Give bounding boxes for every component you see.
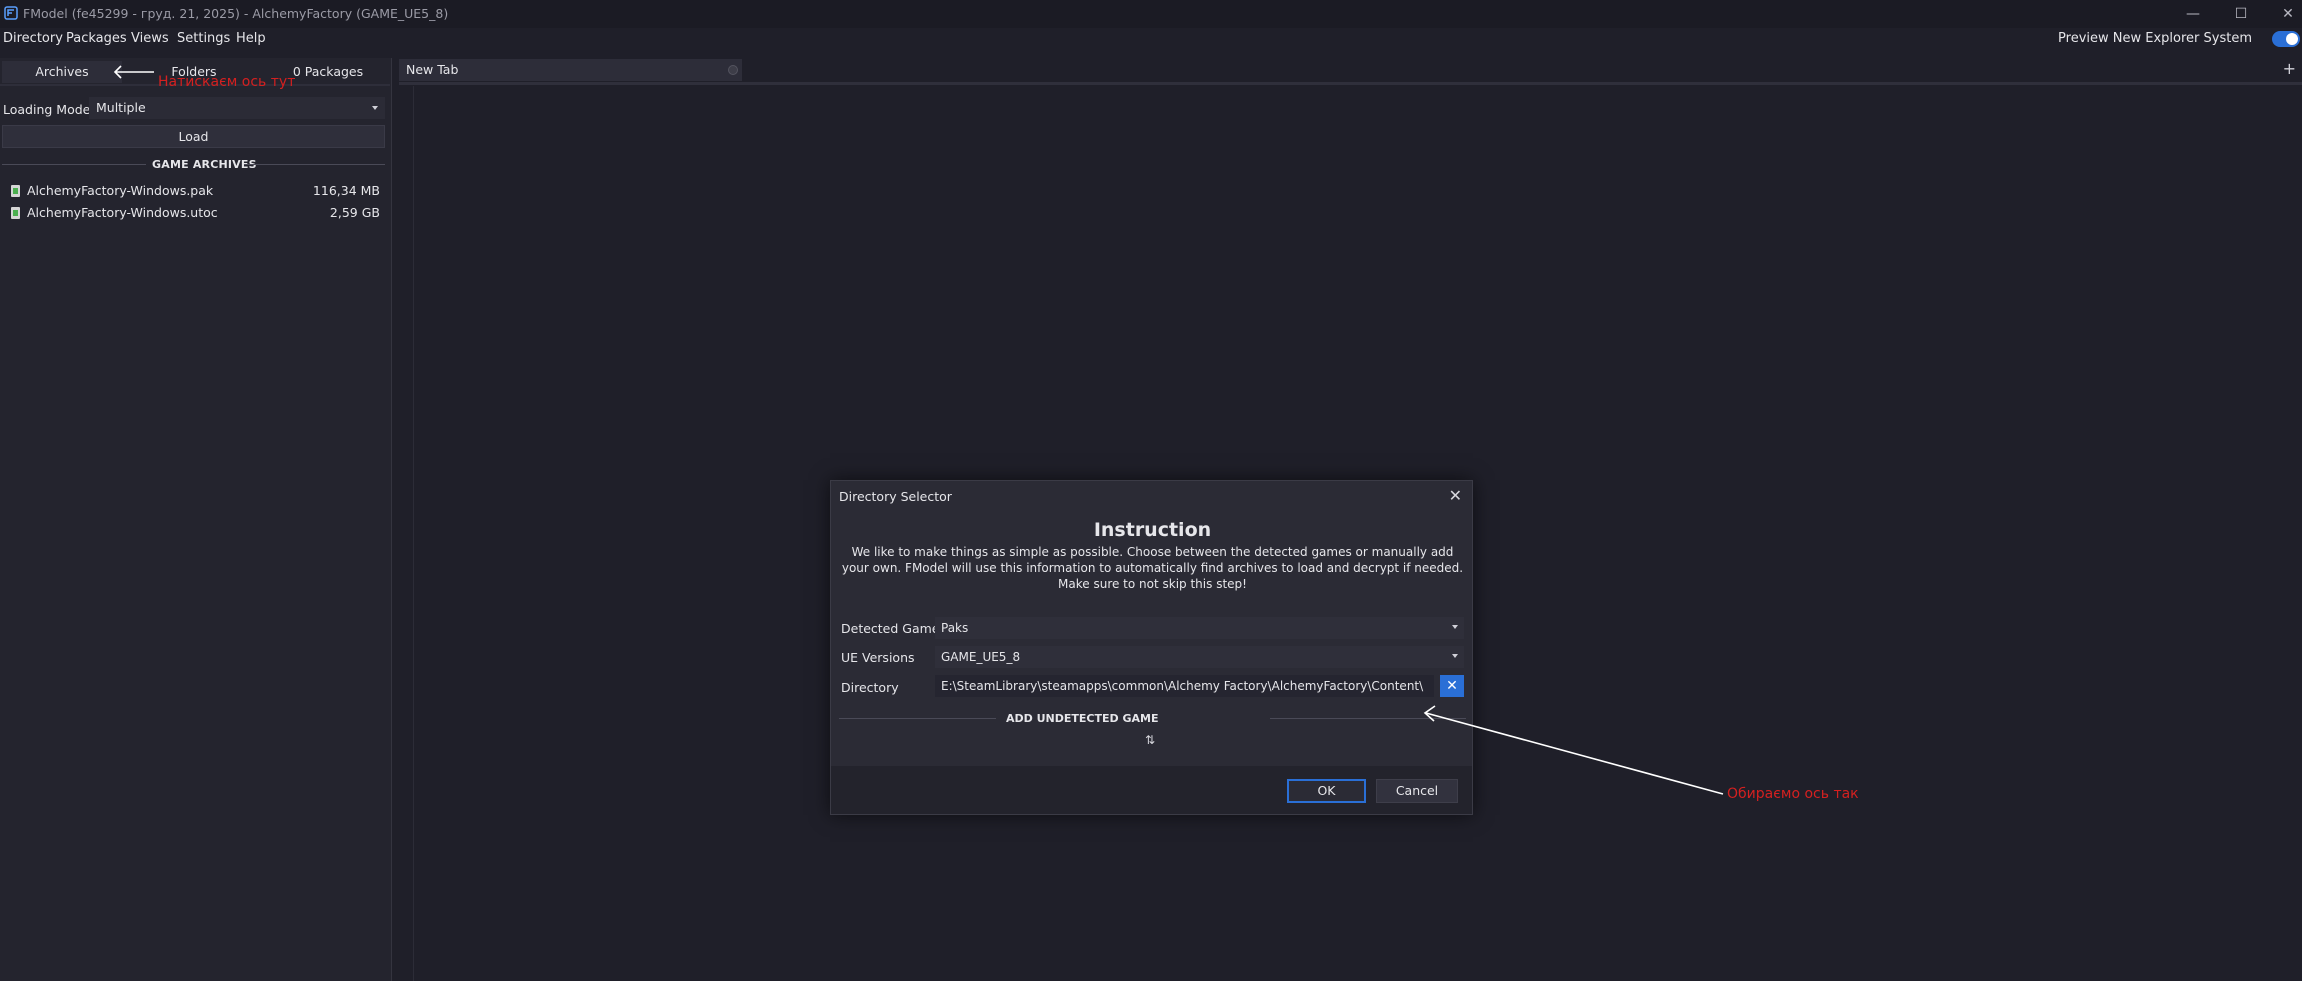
archive-file-name[interactable]: AlchemyFactory-Windows.utoc <box>27 205 218 220</box>
ue-versions-select[interactable]: GAME_UE5_8 <box>935 646 1464 668</box>
tab-new-tab[interactable]: New Tab <box>399 59 742 81</box>
detected-game-value: Paks <box>941 621 969 635</box>
dialog-heading: Instruction <box>1093 519 1212 541</box>
ue-versions-label: UE Versions <box>841 650 915 665</box>
archive-file-name[interactable]: AlchemyFactory-Windows.pak <box>27 183 213 198</box>
dialog-title: Directory Selector <box>839 489 952 504</box>
window-title: FModel (fe45299 - груд. 21, 2025) - Alch… <box>23 6 449 21</box>
annotation-arrow-icon <box>1423 705 1724 795</box>
load-button[interactable]: Load <box>2 125 385 148</box>
archive-file-size: 116,34 MB <box>312 183 380 198</box>
tab-archives[interactable]: Archives <box>2 61 122 83</box>
menu-bar <box>0 28 2302 52</box>
dialog-description: We like to make things as simple as poss… <box>841 545 1464 591</box>
divider <box>2 164 146 165</box>
directory-selector-dialog: Directory Selector ✕ Instruction We like… <box>830 480 1473 815</box>
menu-settings[interactable]: Settings <box>177 31 230 46</box>
add-tab-icon[interactable]: + <box>2283 59 2296 78</box>
chevron-down-icon <box>1452 654 1458 658</box>
divider <box>839 718 996 719</box>
menu-views[interactable]: Views <box>131 31 169 46</box>
annotation-top-note: Натискаєм ось тут <box>158 74 296 90</box>
preview-explorer-label: Preview New Explorer System <box>2058 31 2252 46</box>
menu-help[interactable]: Help <box>236 31 266 46</box>
directory-input[interactable]: E:\SteamLibrary\steamapps\common\Alchemy… <box>935 675 1434 697</box>
annotation-arrow-left-icon <box>113 65 154 79</box>
chevron-down-icon <box>372 106 378 110</box>
minimize-icon[interactable]: — <box>2183 4 2203 24</box>
detected-game-label: Detected Game <box>841 621 940 636</box>
clear-directory-icon[interactable]: ✕ <box>1440 675 1464 697</box>
app-icon <box>4 6 18 20</box>
loading-mode-label: Loading Mode <box>3 102 91 117</box>
ue-versions-value: GAME_UE5_8 <box>941 650 1021 664</box>
loading-mode-value: Multiple <box>96 100 146 115</box>
file-icon <box>11 185 20 197</box>
chevron-down-icon <box>1452 625 1458 629</box>
tab-close-icon[interactable] <box>728 65 738 75</box>
divider <box>244 164 385 165</box>
directory-label: Directory <box>841 680 899 695</box>
tab-strip-divider <box>399 82 2302 85</box>
splitter-line[interactable] <box>413 86 414 981</box>
close-icon[interactable]: ✕ <box>1449 486 1462 505</box>
game-archives-title: GAME ARCHIVES <box>152 158 257 171</box>
detected-game-select[interactable]: Paks <box>935 617 1464 639</box>
ok-button[interactable]: OK <box>1287 779 1366 803</box>
menu-directory[interactable]: Directory <box>3 31 63 46</box>
preview-explorer-toggle[interactable] <box>2272 31 2300 47</box>
tab-label: New Tab <box>406 62 459 77</box>
archive-file-size: 2,59 GB <box>329 205 380 220</box>
expand-arrows-icon[interactable]: ⇅ <box>1145 733 1155 747</box>
menu-packages[interactable]: Packages <box>66 31 127 46</box>
add-undetected-game-label[interactable]: ADD UNDETECTED GAME <box>1006 712 1158 725</box>
tab-packages[interactable]: 0 Packages <box>290 61 366 83</box>
close-icon[interactable]: ✕ <box>2278 4 2298 24</box>
annotation-dialog-note: Обираємо ось так <box>1727 786 1859 802</box>
loading-mode-select[interactable]: Multiple <box>89 97 385 119</box>
toggle-knob <box>2286 33 2298 45</box>
maximize-icon[interactable]: ☐ <box>2231 4 2251 24</box>
file-icon <box>11 207 20 219</box>
